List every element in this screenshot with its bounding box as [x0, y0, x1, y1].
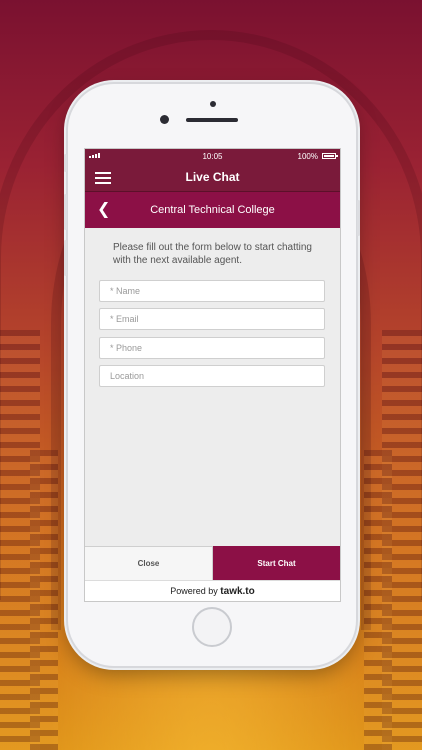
form-actions: Close Start Chat: [85, 546, 340, 580]
volume-up-button: [64, 194, 67, 230]
sensor: [210, 101, 216, 107]
phone-frame: 10:05 100% Live Chat ❮ Central Technical…: [64, 84, 360, 666]
app-header: Live Chat: [85, 164, 340, 192]
powered-by-footer: Powered by tawk.to: [85, 580, 340, 601]
battery-percent: 100%: [297, 152, 318, 161]
home-button[interactable]: [192, 607, 232, 647]
bookshelf-decoration: [30, 450, 58, 750]
location-input[interactable]: [99, 365, 325, 387]
powered-by-text: Powered by: [170, 586, 218, 596]
battery-icon: [322, 153, 338, 159]
earpiece-speaker: [186, 118, 238, 122]
volume-down-button: [64, 240, 67, 276]
email-input[interactable]: [99, 308, 325, 330]
tawk-brand-link[interactable]: tawk.to: [220, 586, 254, 597]
status-bar: 10:05 100%: [85, 149, 340, 164]
college-title: Central Technical College: [150, 204, 275, 216]
power-button: [357, 200, 360, 236]
form-intro-text: Please fill out the form below to start …: [113, 242, 312, 266]
page-title: Live Chat: [185, 170, 240, 184]
name-input[interactable]: [99, 280, 325, 302]
bookshelf-decoration: [364, 450, 392, 750]
close-button[interactable]: Close: [85, 546, 213, 580]
front-camera: [160, 115, 169, 124]
chat-form: Please fill out the form below to start …: [85, 228, 340, 546]
screen: 10:05 100% Live Chat ❮ Central Technical…: [84, 148, 341, 602]
phone-input[interactable]: [99, 337, 325, 359]
mute-switch: [64, 154, 67, 172]
start-chat-button[interactable]: Start Chat: [213, 546, 340, 580]
college-bar: ❮ Central Technical College: [85, 192, 340, 228]
